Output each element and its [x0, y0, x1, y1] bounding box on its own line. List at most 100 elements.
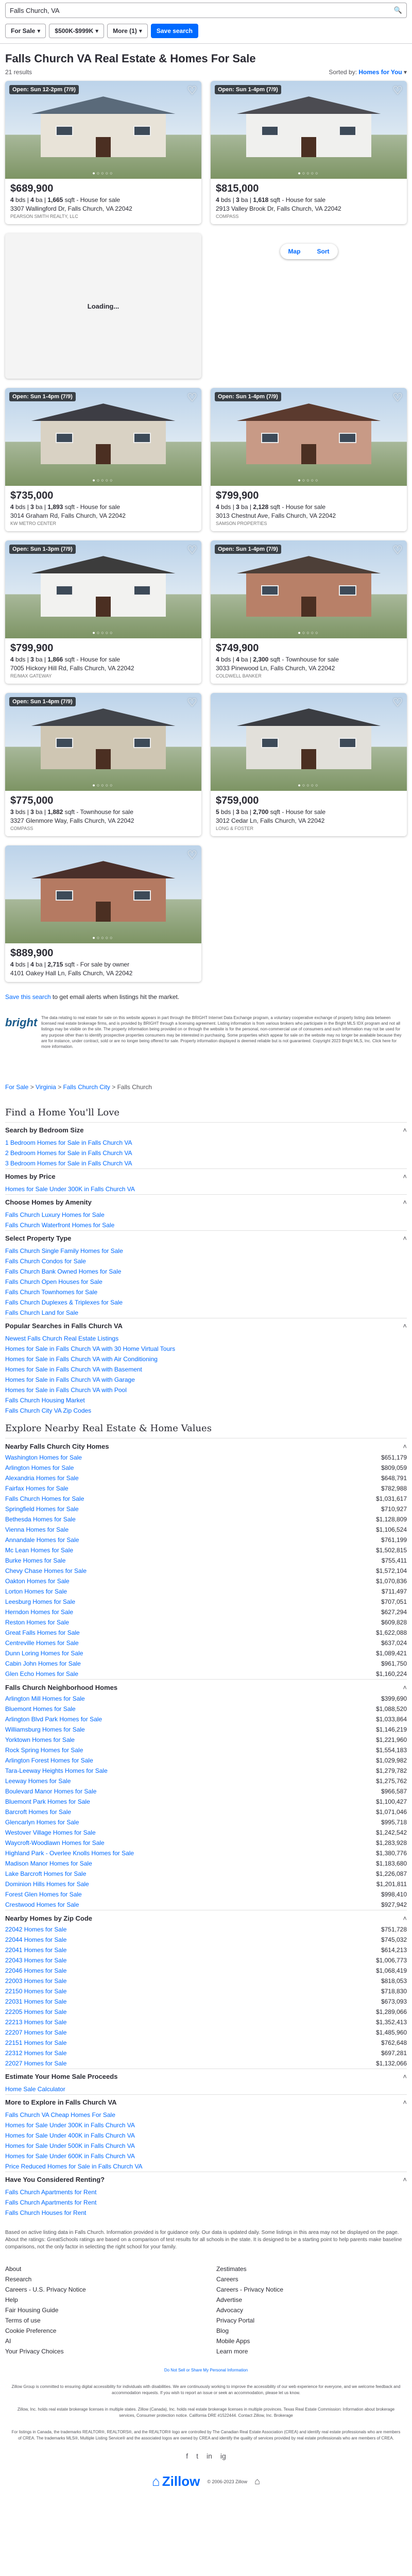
renting-link[interactable]: Falls Church Houses for Rent: [5, 2208, 407, 2218]
popular-searches-link[interactable]: Falls Church City VA Zip Codes: [5, 1405, 407, 1416]
bedroom-size-link[interactable]: 2 Bedroom Homes for Sale in Falls Church…: [5, 1148, 407, 1158]
footer-link[interactable]: AI: [5, 2337, 196, 2345]
linkedin-icon[interactable]: in: [207, 2452, 212, 2460]
nearby-city-link[interactable]: Chevy Chase Homes for Sale: [5, 1567, 87, 1574]
zip-code-link[interactable]: 22207 Homes for Sale: [5, 2029, 66, 2036]
neighborhood-link[interactable]: Bluemont Homes for Sale: [5, 1705, 76, 1713]
more-to-explore-link[interactable]: Homes for Sale Under 500K in Falls Churc…: [5, 2141, 407, 2151]
homes-by-price-link[interactable]: Homes for Sale Under 300K in Falls Churc…: [5, 1184, 407, 1194]
listing-card[interactable]: ♡ ●○○○○ $759,000 5 bds | 3 ba | 2,700 sqft …: [211, 693, 407, 836]
neighborhood-link[interactable]: Tara-Leeway Heights Homes for Sale: [5, 1767, 108, 1774]
zip-code-link[interactable]: 22043 Homes for Sale: [5, 1957, 66, 1964]
bedroom-size-link[interactable]: 3 Bedroom Homes for Sale in Falls Church…: [5, 1158, 407, 1168]
bedroom-size-header[interactable]: Search by Bedroom Size ˄: [5, 1122, 407, 1138]
facebook-icon[interactable]: f: [186, 2452, 188, 2460]
heart-icon[interactable]: ♡: [187, 849, 197, 862]
footer-link[interactable]: Help: [5, 2296, 196, 2303]
footer-link[interactable]: Careers - Privacy Notice: [216, 2286, 407, 2293]
zillow-logo[interactable]: ⌂ Zillow: [152, 2473, 200, 2489]
property-type-link[interactable]: Falls Church Single Family Homes for Sal…: [5, 1246, 407, 1256]
neighborhood-link[interactable]: Glencarlyn Homes for Sale: [5, 1819, 79, 1826]
nearby-city-link[interactable]: Falls Church Homes for Sale: [5, 1495, 84, 1502]
zip-code-link[interactable]: 22003 Homes for Sale: [5, 1977, 66, 1985]
listing-photo[interactable]: Open: Sun 1-4pm (7/9) ♡ ●○○○○: [211, 540, 407, 638]
heart-icon[interactable]: ♡: [392, 696, 403, 709]
nearby-city-link[interactable]: Cabin John Homes for Sale: [5, 1660, 81, 1667]
footer-link[interactable]: Advertise: [216, 2296, 407, 2303]
filter-more[interactable]: More (1) ▾: [107, 24, 148, 38]
more-to-explore-link[interactable]: Homes for Sale Under 600K in Falls Churc…: [5, 2151, 407, 2161]
popular-searches-link[interactable]: Newest Falls Church Real Estate Listings: [5, 1333, 407, 1344]
filter-price[interactable]: $500K-$999K ▾: [49, 24, 105, 38]
footer-link[interactable]: Your Privacy Choices: [5, 2348, 196, 2355]
listing-photo[interactable]: Open: Sun 12-2pm (7/9) ♡ ●○○○○: [5, 81, 201, 179]
nearby-city-link[interactable]: Dunn Loring Homes for Sale: [5, 1650, 83, 1657]
popular-searches-link[interactable]: Homes for Sale in Falls Church VA with A…: [5, 1354, 407, 1364]
neighborhood-link[interactable]: Leeway Homes for Sale: [5, 1777, 71, 1785]
listing-photo[interactable]: Open: Sun 1-4pm (7/9) ♡ ●○○○○: [5, 388, 201, 486]
popular-searches-link[interactable]: Homes for Sale in Falls Church VA with B…: [5, 1364, 407, 1375]
listing-address[interactable]: 3327 Glenmore Way, Falls Church, VA 2204…: [10, 817, 196, 824]
listing-address[interactable]: 3012 Cedar Ln, Falls Church, VA 22042: [216, 817, 402, 824]
neighborhood-link[interactable]: Crestwood Homes for Sale: [5, 1901, 79, 1908]
nearby-city-link[interactable]: Bethesda Homes for Sale: [5, 1516, 76, 1523]
heart-icon[interactable]: ♡: [187, 391, 197, 404]
filter-for-sale[interactable]: For Sale ▾: [5, 24, 46, 38]
zip-code-link[interactable]: 22044 Homes for Sale: [5, 1936, 66, 1943]
popular-searches-link[interactable]: Falls Church Housing Market: [5, 1395, 407, 1405]
popular-searches-header[interactable]: Popular Searches in Falls Church VA ˄: [5, 1318, 407, 1333]
property-type-link[interactable]: Falls Church Land for Sale: [5, 1308, 407, 1318]
listing-card[interactable]: Open: Sun 12-2pm (7/9) ♡ ●○○○○ $689,900 4 bd…: [5, 81, 201, 224]
zip-code-link[interactable]: 22042 Homes for Sale: [5, 1926, 66, 1933]
listing-photo[interactable]: Open: Sun 1-4pm (7/9) ♡ ●○○○○: [211, 81, 407, 179]
search-input[interactable]: [10, 6, 391, 14]
neighborhood-link[interactable]: Dominion Hills Homes for Sale: [5, 1880, 89, 1888]
footer-link[interactable]: Research: [5, 2276, 196, 2283]
footer-link[interactable]: Terms of use: [5, 2317, 196, 2324]
save-search-link[interactable]: Save this search: [5, 993, 51, 1001]
zip-code-header[interactable]: Nearby Homes by Zip Code ˄: [5, 1910, 407, 1924]
heart-icon[interactable]: ♡: [187, 84, 197, 97]
listing-card[interactable]: Open: Sun 1-4pm (7/9) ♡ ●○○○○ $735,000 4 bds…: [5, 388, 201, 531]
listing-address[interactable]: 4101 Oakey Hall Ln, Falls Church, VA 220…: [10, 970, 196, 977]
nearby-city-link[interactable]: Glen Echo Homes for Sale: [5, 1670, 78, 1677]
heart-icon[interactable]: ♡: [392, 84, 403, 97]
neighborhood-link[interactable]: Bluemont Park Homes for Sale: [5, 1798, 90, 1805]
zip-code-link[interactable]: 22046 Homes for Sale: [5, 1967, 66, 1974]
footer-link[interactable]: Mobile Apps: [216, 2337, 407, 2345]
amenity-link[interactable]: Falls Church Luxury Homes for Sale: [5, 1210, 407, 1220]
amenity-link[interactable]: Falls Church Waterfront Homes for Sale: [5, 1220, 407, 1230]
more-to-explore-link[interactable]: Homes for Sale Under 400K in Falls Churc…: [5, 2130, 407, 2141]
listing-photo[interactable]: Open: Sun 1-3pm (7/9) ♡ ●○○○○: [5, 540, 201, 638]
renting-link[interactable]: Falls Church Apartments for Rent: [5, 2197, 407, 2208]
neighborhood-link[interactable]: Yorktown Homes for Sale: [5, 1736, 75, 1743]
listing-card[interactable]: Open: Sun 1-4pm (7/9) ♡ ●○○○○ $749,900 4 bds…: [211, 540, 407, 684]
zip-code-link[interactable]: 22312 Homes for Sale: [5, 2049, 66, 2057]
neighborhood-link[interactable]: Highland Park - Overlee Knolls Homes for…: [5, 1850, 134, 1857]
footer-link[interactable]: Fair Housing Guide: [5, 2307, 196, 2314]
property-type-link[interactable]: Falls Church Bank Owned Homes for Sale: [5, 1266, 407, 1277]
neighborhood-link[interactable]: Lake Barcroft Homes for Sale: [5, 1870, 86, 1877]
heart-icon[interactable]: ♡: [187, 544, 197, 557]
zip-code-link[interactable]: 22205 Homes for Sale: [5, 2008, 66, 2015]
search-box[interactable]: 🔍: [5, 3, 407, 18]
neighborhood-header[interactable]: Falls Church Neighborhood Homes ˄: [5, 1679, 407, 1693]
nearby-city-link[interactable]: Vienna Homes for Sale: [5, 1526, 68, 1533]
amenity-header[interactable]: Choose Homes by Amenity ˄: [5, 1194, 407, 1210]
neighborhood-link[interactable]: Barcroft Homes for Sale: [5, 1808, 71, 1816]
footer-link[interactable]: Blog: [216, 2327, 407, 2334]
footer-link[interactable]: Careers: [216, 2276, 407, 2283]
more-to-explore-link[interactable]: Homes for Sale Under 300K in Falls Churc…: [5, 2120, 407, 2130]
nearby-city-link[interactable]: Leesburg Homes for Sale: [5, 1598, 75, 1605]
listing-card[interactable]: Open: Sun 1-4pm (7/9) ♡ ●○○○○ $799,900 4 bds…: [211, 388, 407, 531]
property-type-link[interactable]: Falls Church Condos for Sale: [5, 1256, 407, 1266]
nearby-city-link[interactable]: Lorton Homes for Sale: [5, 1588, 67, 1595]
sort-toggle-button[interactable]: Sort: [309, 244, 338, 259]
popular-searches-link[interactable]: Homes for Sale in Falls Church VA with P…: [5, 1385, 407, 1395]
neighborhood-link[interactable]: Arlington Forest Homes for Sale: [5, 1757, 93, 1764]
heart-icon[interactable]: ♡: [392, 544, 403, 557]
nearby-city-header[interactable]: Nearby Falls Church City Homes ˄: [5, 1438, 407, 1452]
property-type-header[interactable]: Select Property Type ˄: [5, 1230, 407, 1246]
neighborhood-link[interactable]: Madison Manor Homes for Sale: [5, 1860, 92, 1867]
nearby-city-link[interactable]: Centreville Homes for Sale: [5, 1639, 79, 1647]
